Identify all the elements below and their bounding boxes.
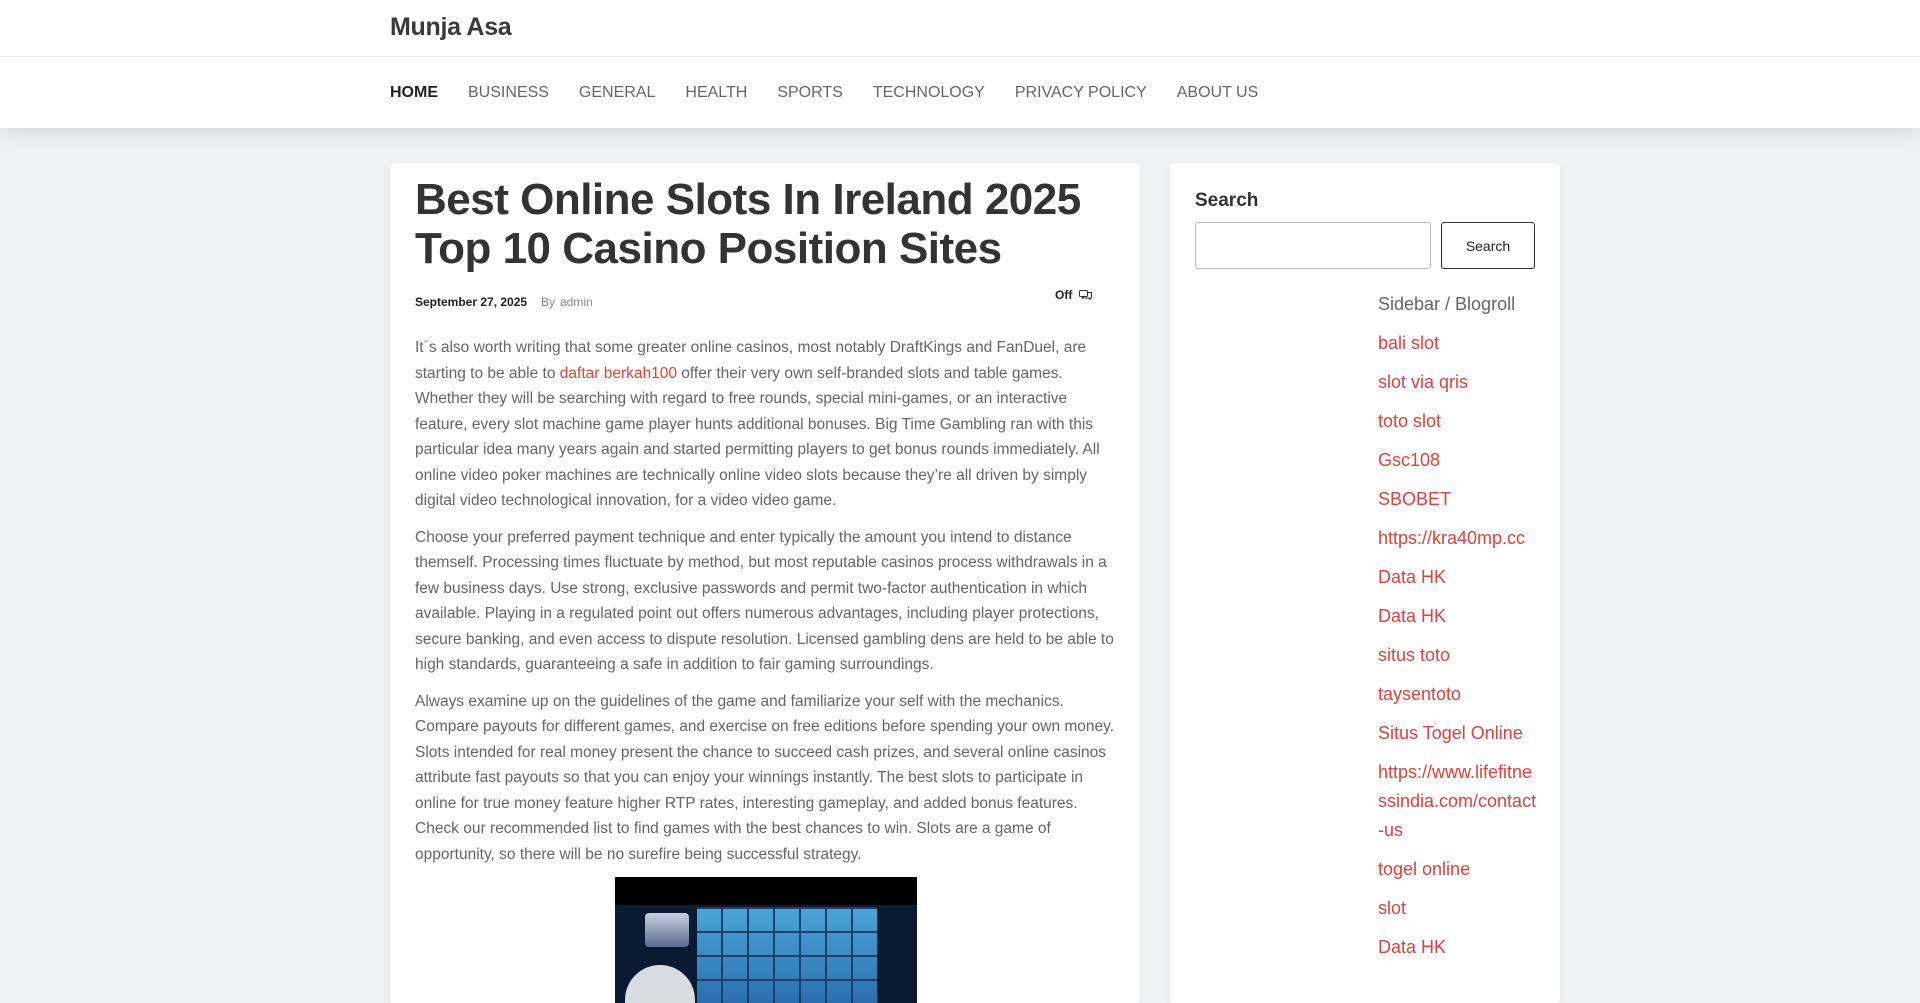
list-item: https://kra40mp.cc (1378, 524, 1538, 553)
blogroll: Sidebar / Blogroll bali slot slot via qr… (1378, 290, 1538, 972)
blogroll-link[interactable]: Situs Togel Online (1378, 719, 1538, 748)
list-item: Data HK (1378, 563, 1538, 592)
comment-icon (1079, 290, 1093, 300)
game-logo-image (645, 913, 689, 947)
site-title[interactable]: Munja Asa (390, 13, 512, 42)
nav-item-health[interactable]: HEALTH (685, 84, 747, 102)
paragraph-2: Choose your preferred payment technique … (415, 528, 1114, 674)
nav-item-sports[interactable]: SPORTS (777, 84, 843, 102)
image-top-bar (615, 877, 917, 905)
list-item: Data HK (1378, 933, 1538, 962)
slot-reels-image (697, 907, 877, 1003)
list-item: Situs Togel Online (1378, 719, 1538, 748)
article-body: It´s also worth writing that some greate… (415, 335, 1120, 878)
blogroll-title: Sidebar / Blogroll (1378, 294, 1516, 314)
search-input[interactable] (1195, 222, 1431, 269)
list-item: taysentoto (1378, 680, 1538, 709)
blogroll-link[interactable]: slot via qris (1378, 368, 1538, 397)
list-item: slot via qris (1378, 368, 1538, 397)
blogroll-link[interactable]: SBOBET (1378, 485, 1538, 514)
nav-item-technology[interactable]: TECHNOLOGY (873, 84, 985, 102)
blogroll-list: bali slot slot via qris toto slot Gsc108… (1378, 329, 1538, 962)
post-author[interactable]: admin (560, 295, 593, 309)
list-item: Data HK (1378, 602, 1538, 631)
nav-item-business[interactable]: BUSINESS (468, 84, 549, 102)
paragraph-1-text-end: offer their very own self-branded slots … (415, 364, 1100, 510)
nav-item-general[interactable]: GENERAL (579, 84, 655, 102)
nav-item-privacy-policy[interactable]: PRIVACY POLICY (1015, 84, 1147, 102)
blogroll-link[interactable]: slot (1378, 894, 1538, 923)
inline-link-daftar-berkah100[interactable]: daftar berkah100 (560, 365, 677, 382)
blogroll-link[interactable]: toto slot (1378, 407, 1538, 436)
post-date[interactable]: September 27, 2025 (415, 295, 527, 309)
blogroll-link[interactable]: Data HK (1378, 933, 1538, 962)
search-button[interactable]: Search (1441, 222, 1535, 269)
site-header: Munja Asa HOME BUSINESS GENERAL HEALTH S… (0, 0, 1920, 128)
list-item: bali slot (1378, 329, 1538, 358)
list-item: slot (1378, 894, 1538, 923)
article-card: Best Online Slots In Ireland 2025 Top 10… (390, 163, 1140, 1003)
blogroll-link[interactable]: Data HK (1378, 602, 1538, 631)
blogroll-link[interactable]: situs toto (1378, 641, 1538, 670)
blogroll-link[interactable]: taysentoto (1378, 680, 1538, 709)
article-title: Best Online Slots In Ireland 2025 Top 10… (415, 175, 1081, 273)
paragraph-1: It´s also worth writing that some greate… (415, 335, 1120, 514)
comments-status: Off (1055, 288, 1093, 302)
article-meta: September 27, 2025 By admin Off (415, 288, 1115, 315)
nav-item-about-us[interactable]: ABOUT US (1177, 84, 1259, 102)
blogroll-link[interactable]: https://kra40mp.cc (1378, 524, 1538, 553)
brand-bar: Munja Asa (0, 0, 1920, 57)
character-image (625, 965, 695, 1003)
paragraph-3: Always examine up on the guidelines of t… (415, 692, 1115, 863)
comments-label: Off (1055, 288, 1073, 302)
list-item: Gsc108 (1378, 446, 1538, 475)
list-item: toto slot (1378, 407, 1538, 436)
list-item: SBOBET (1378, 485, 1538, 514)
blogroll-link[interactable]: https://www.lifefitnessindia.com/contact… (1378, 758, 1538, 845)
blogroll-link[interactable]: Gsc108 (1378, 446, 1538, 475)
blogroll-link[interactable]: togel online (1378, 855, 1538, 884)
list-item: togel online (1378, 855, 1538, 884)
list-item: https://www.lifefitnessindia.com/contact… (1378, 758, 1538, 845)
main-nav: HOME BUSINESS GENERAL HEALTH SPORTS TECH… (390, 57, 1258, 128)
sidebar: Search Search Sidebar / Blogroll bali sl… (1170, 163, 1560, 1003)
blogroll-link[interactable]: Data HK (1378, 563, 1538, 592)
nav-item-home[interactable]: HOME (390, 84, 438, 102)
article-image (615, 877, 917, 1003)
byline-label: By (541, 295, 556, 309)
blogroll-link[interactable]: bali slot (1378, 329, 1538, 358)
list-item: situs toto (1378, 641, 1538, 670)
search-label: Search (1195, 190, 1259, 211)
